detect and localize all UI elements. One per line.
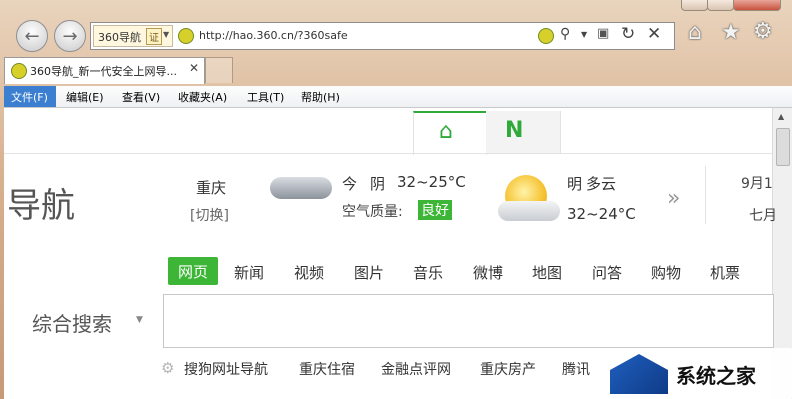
url-text[interactable]: http://hao.360.cn/?360safe [199,29,348,42]
tab-title: 360导航_新一代安全上网导... [30,65,177,78]
forward-button[interactable]: → [54,20,86,52]
scrollbar-thumb[interactable] [776,128,790,166]
home-icon[interactable]: ⌂ [688,20,702,45]
tab-web-label: 网页 [177,262,208,281]
tab-news-search[interactable]: 新闻 [234,262,264,283]
menu-favorites[interactable]: 收藏夹(A) [178,89,227,105]
tab-video[interactable]: 视频 [294,262,324,283]
date-text: 9月1 [741,176,773,192]
tomorrow-label: 明 [567,175,583,193]
watermark: 系统之家 [596,348,792,399]
cert-badge: 证 [146,28,162,45]
engine-dropdown-icon[interactable]: ▼ [136,315,143,325]
menu-file-label[interactable]: 文件(F) [11,89,48,105]
new-tab-button[interactable] [205,57,233,83]
menu-help[interactable]: 帮助(H) [301,89,340,105]
lunar-date-text: 七月 [749,208,777,224]
tab-images[interactable]: 图片 [354,262,384,283]
today-label: 今 [342,175,358,193]
divider [4,153,772,154]
arrow-left-icon: ← [24,25,40,47]
home-icon: ⌂ [439,119,453,144]
minimize-button[interactable] [681,0,708,11]
lock-icon: ▣ [597,26,610,41]
vertical-divider [705,166,706,224]
today-weather: 阴 [370,175,386,193]
gear-icon: ⚙ [161,359,175,377]
more-weather-button[interactable]: » [667,186,680,211]
search-dropdown-icon[interactable]: ▼ [581,30,587,39]
city-name: 重庆 [196,179,227,197]
tab-360-navigation[interactable]: 360导航_新一代安全上网导... ✕ [4,57,205,84]
scroll-up-icon[interactable]: ▲ [778,112,784,121]
menu-bar: 文件(F) 编辑(E) 查看(V) 收藏夹(A) 工具(T) 帮助(H) [4,86,792,108]
suggestion-link[interactable]: 腾讯 [562,359,590,379]
menu-view[interactable]: 查看(V) [122,89,160,105]
gear-icon[interactable]: ⚙ [753,19,773,44]
address-bar[interactable]: 360导航 证 ▼ http://hao.360.cn/?360safe ⚲ ▼… [90,22,675,50]
stop-icon[interactable]: ✕ [647,24,661,44]
tab-web[interactable]: 网页 [168,257,218,285]
cloud-icon [270,177,332,199]
tomorrow-temp: 32~24°C [567,205,636,223]
favorites-star-icon[interactable]: ★ [721,20,741,45]
refresh-icon[interactable]: ↻ [621,24,635,44]
tab-news[interactable]: N [486,111,561,153]
suggestion-link[interactable]: 重庆房产 [480,359,536,379]
search-icon[interactable]: ⚲ [560,26,570,42]
arrow-right-icon: → [62,25,78,47]
tab-flights[interactable]: 机票 [710,262,740,283]
watermark-text: 系统之家 [676,364,756,388]
menu-edit[interactable]: 编辑(E) [66,89,104,105]
search-engine-selector[interactable]: 综合搜索 [32,308,112,337]
search-input[interactable] [163,294,774,348]
tab-music[interactable]: 音乐 [413,262,443,283]
site-identity-badge[interactable]: 360导航 证 ▼ [93,25,173,47]
air-quality-label: 空气质量: [342,204,403,220]
cloud-overlay [498,201,560,221]
tomorrow-weather: 多云 [586,175,617,193]
tab-qa[interactable]: 问答 [592,262,622,283]
close-window-button[interactable] [733,0,781,11]
close-tab-icon[interactable]: ✕ [189,61,199,75]
tab-home[interactable]: ⌂ [413,111,487,155]
suggestion-link[interactable]: 金融点评网 [381,359,451,379]
site-name: 360导航 [98,31,141,44]
switch-city-link[interactable]: [切换] [190,205,229,225]
n-logo-icon: N [505,118,524,143]
air-quality-badge[interactable]: 良好 [418,200,452,220]
360-logo-icon [178,28,194,44]
menu-tools[interactable]: 工具(T) [247,89,284,105]
back-button[interactable]: ← [16,20,48,52]
360-shield-icon[interactable] [538,28,554,44]
tab-weibo[interactable]: 微博 [473,262,503,283]
tab-shopping[interactable]: 购物 [651,262,681,283]
suggestion-link[interactable]: 重庆住宿 [299,359,355,379]
today-temp: 32~25°C [397,173,466,191]
dropdown-arrow-icon: ▼ [163,30,170,39]
logo-text: 导航 [7,186,75,226]
tab-maps[interactable]: 地图 [532,262,562,283]
suggestion-link[interactable]: 搜狗网址导航 [184,359,268,379]
house-logo-icon [610,354,668,394]
360-tab-icon [11,63,27,79]
maximize-button[interactable] [707,0,734,11]
